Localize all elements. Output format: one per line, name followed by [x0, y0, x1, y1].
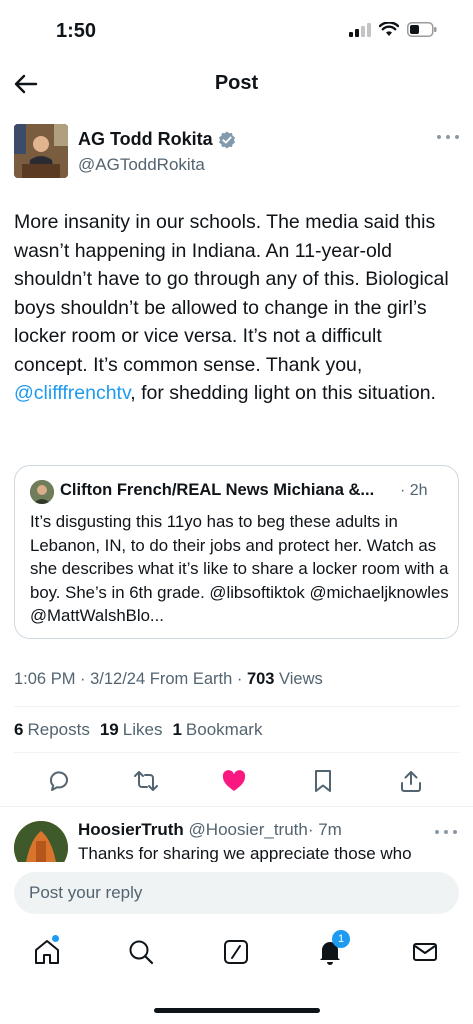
header: Post [0, 62, 473, 106]
bookmark-button[interactable] [306, 764, 340, 798]
verified-badge-icon [218, 131, 235, 148]
post-timestamp: 1:06 PM · 3/12/24 From Earth · [14, 670, 247, 688]
reply-author-handle[interactable]: @Hoosier_truth [189, 820, 308, 839]
dot-icon [453, 830, 457, 834]
like-button[interactable] [217, 764, 251, 798]
home-icon [35, 940, 59, 964]
status-time: 1:50 [56, 20, 97, 42]
reply-avatar[interactable] [14, 821, 68, 862]
likes-label: Likes [122, 720, 163, 739]
grok-icon [224, 940, 248, 964]
heart-filled-icon [222, 770, 246, 791]
quote-author: Clifton French/REAL News Michiana &... [60, 481, 375, 499]
bottom-tab-bar: 1 [0, 926, 473, 986]
reply-item[interactable]: HoosierTruth @Hoosier_truth· 7m Thanks f… [0, 806, 473, 862]
dot-icon [437, 135, 441, 139]
reposts-label: Reposts [27, 720, 90, 739]
author-name[interactable]: AG Todd Rokita [78, 129, 236, 150]
home-indicator[interactable] [154, 1008, 320, 1013]
wifi-icon [379, 22, 399, 36]
dot-icon [455, 135, 459, 139]
bookmarks-stat[interactable]: 1 Bookmark [172, 720, 262, 740]
reposts-count: 6 [14, 720, 24, 739]
tab-home[interactable] [27, 932, 67, 972]
author-name-text: AG Todd Rokita [78, 129, 213, 149]
likes-count: 19 [99, 720, 119, 739]
author-handle[interactable]: @AGToddRokita [78, 155, 205, 175]
author-avatar[interactable] [14, 124, 68, 178]
reposts-stat[interactable]: 6 Reposts [14, 720, 90, 740]
tab-messages[interactable] [405, 932, 445, 972]
tab-grok[interactable] [216, 932, 256, 972]
quote-avatar [30, 480, 54, 504]
tab-search[interactable] [121, 932, 161, 972]
more-options-button[interactable] [437, 130, 459, 144]
post-meta: 1:06 PM · 3/12/24 From Earth · 703 Views [14, 670, 323, 689]
post-text: More insanity in our schools. The media … [14, 208, 460, 408]
post-stats: 6 Reposts 19 Likes 1 Bookmark [14, 720, 262, 740]
repost-button[interactable] [129, 764, 163, 798]
dot-icon [446, 135, 450, 139]
status-bar: 1:50 [0, 0, 473, 62]
mention-link[interactable]: @clifffrenchtv [14, 382, 130, 404]
notifications-badge: 1 [332, 930, 350, 948]
dot-icon [435, 830, 439, 834]
reply-composer [0, 862, 473, 926]
reply-text: Thanks for sharing we appreciate those w… [78, 844, 412, 862]
bookmarks-count: 1 [172, 720, 182, 739]
battery-icon [407, 22, 437, 37]
bookmark-icon [315, 770, 331, 792]
search-icon [129, 940, 154, 965]
page-title: Post [214, 72, 259, 94]
post-author: AG Todd Rokita @AGToddRokita [14, 124, 459, 182]
status-icons [349, 22, 437, 37]
post-text-part: More insanity in our schools. The media … [14, 211, 449, 376]
home-notification-dot [52, 935, 59, 942]
quoted-post[interactable]: Clifton French/REAL News Michiana &... ·… [14, 465, 459, 639]
post-text-part: , for shedding light on this situation. [130, 382, 436, 404]
views-count: 703 [246, 670, 275, 688]
reply-header: HoosierTruth @Hoosier_truth· 7m [78, 820, 342, 840]
action-bar [14, 764, 459, 798]
messages-icon [413, 943, 437, 961]
quote-time: · 2h [400, 482, 428, 499]
reply-more-options-button[interactable] [435, 825, 457, 839]
dot-icon [444, 830, 448, 834]
share-button[interactable] [394, 764, 428, 798]
reply-icon [49, 771, 68, 791]
signal-icon [349, 22, 371, 37]
share-icon [401, 771, 421, 792]
divider [14, 706, 459, 707]
repost-icon [134, 771, 158, 791]
likes-stat[interactable]: 19 Likes [100, 720, 163, 740]
reply-author-name[interactable]: HoosierTruth [78, 820, 184, 839]
divider [14, 752, 459, 753]
reply-button[interactable] [42, 764, 76, 798]
quote-text: It’s disgusting this 11yo has to beg the… [30, 512, 449, 625]
reply-input[interactable] [14, 872, 459, 914]
tab-notifications[interactable]: 1 [310, 930, 350, 972]
bookmarks-label: Bookmark [185, 720, 263, 739]
reply-time: · 7m [307, 820, 342, 839]
views-label[interactable]: Views [274, 670, 323, 688]
